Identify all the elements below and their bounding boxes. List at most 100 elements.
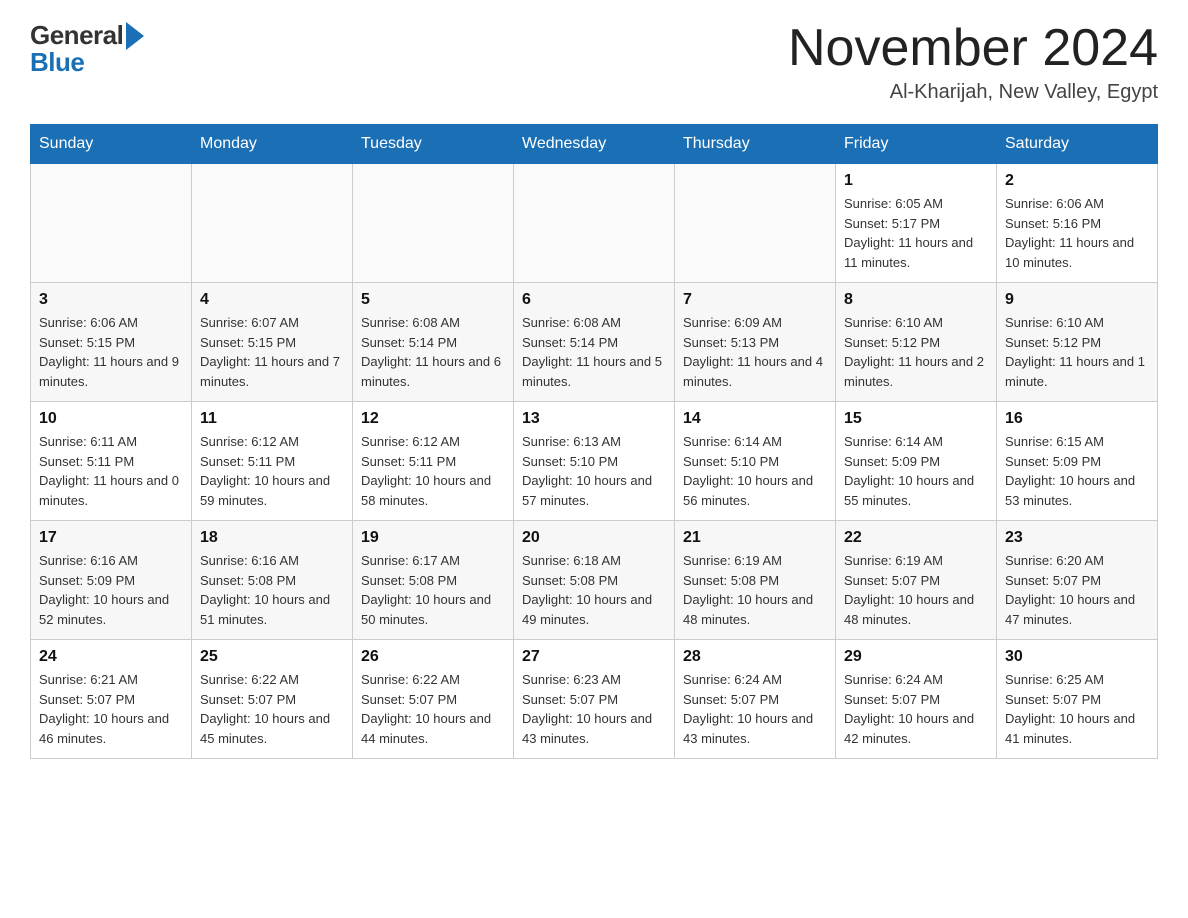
location-text: Al-Kharijah, New Valley, Egypt <box>788 81 1158 104</box>
day-info: Sunrise: 6:09 AMSunset: 5:13 PMDaylight:… <box>683 313 827 391</box>
day-info: Sunrise: 6:23 AMSunset: 5:07 PMDaylight:… <box>522 670 666 748</box>
day-number: 13 <box>522 410 666 428</box>
day-number: 18 <box>200 529 344 547</box>
calendar-cell: 4 Sunrise: 6:07 AMSunset: 5:15 PMDaylight… <box>192 283 353 402</box>
day-info: Sunrise: 6:12 AMSunset: 5:11 PMDaylight:… <box>361 432 505 510</box>
calendar-cell: 14 Sunrise: 6:14 AMSunset: 5:10 PMDayligh… <box>675 402 836 521</box>
title-block: November 2024 Al-Kharijah, New Valley, E… <box>788 20 1158 104</box>
day-info: Sunrise: 6:16 AMSunset: 5:09 PMDaylight:… <box>39 551 183 629</box>
day-info: Sunrise: 6:05 AMSunset: 5:17 PMDaylight:… <box>844 194 988 272</box>
day-number: 20 <box>522 529 666 547</box>
calendar-cell: 18 Sunrise: 6:16 AMSunset: 5:08 PMDayligh… <box>192 521 353 640</box>
day-number: 10 <box>39 410 183 428</box>
calendar-cell: 7 Sunrise: 6:09 AMSunset: 5:13 PMDaylight… <box>675 283 836 402</box>
day-info: Sunrise: 6:13 AMSunset: 5:10 PMDaylight:… <box>522 432 666 510</box>
calendar-cell: 21 Sunrise: 6:19 AMSunset: 5:08 PMDayligh… <box>675 521 836 640</box>
calendar-week-row: 24Sunrise: 6:21 AMSunset: 5:07 PMDayligh… <box>31 640 1158 759</box>
calendar-cell: 8Sunrise: 6:10 AMSunset: 5:12 PMDaylight… <box>836 283 997 402</box>
day-info: Sunrise: 6:24 AMSunset: 5:07 PMDaylight:… <box>683 670 827 748</box>
weekday-header-sunday: Sunday <box>31 125 192 164</box>
day-info: Sunrise: 6:20 AMSunset: 5:07 PMDaylight:… <box>1005 551 1149 629</box>
weekday-header-friday: Friday <box>836 125 997 164</box>
calendar-cell: 29Sunrise: 6:24 AMSunset: 5:07 PMDayligh… <box>836 640 997 759</box>
calendar-week-row: 10 Sunrise: 6:11 AMSunset: 5:11 PMDayligh… <box>31 402 1158 521</box>
day-number: 12 <box>361 410 505 428</box>
calendar-cell: 11 Sunrise: 6:12 AMSunset: 5:11 PMDayligh… <box>192 402 353 521</box>
calendar-cell: 28 Sunrise: 6:24 AMSunset: 5:07 PMDayligh… <box>675 640 836 759</box>
calendar-cell: 30Sunrise: 6:25 AMSunset: 5:07 PMDayligh… <box>997 640 1158 759</box>
calendar-cell: 12 Sunrise: 6:12 AMSunset: 5:11 PMDayligh… <box>353 402 514 521</box>
calendar-cell: 16Sunrise: 6:15 AMSunset: 5:09 PMDayligh… <box>997 402 1158 521</box>
calendar-week-row: 3 Sunrise: 6:06 AMSunset: 5:15 PMDaylight… <box>31 283 1158 402</box>
calendar-cell <box>353 164 514 283</box>
day-info: Sunrise: 6:06 AMSunset: 5:15 PMDaylight:… <box>39 313 183 391</box>
page-header: General Blue November 2024 Al-Kharijah, … <box>30 20 1158 104</box>
day-info: Sunrise: 6:24 AMSunset: 5:07 PMDaylight:… <box>844 670 988 748</box>
calendar-cell <box>192 164 353 283</box>
day-info: Sunrise: 6:19 AMSunset: 5:08 PMDaylight:… <box>683 551 827 629</box>
day-number: 7 <box>683 291 827 309</box>
day-number: 1 <box>844 172 988 190</box>
calendar-cell: 13 Sunrise: 6:13 AMSunset: 5:10 PMDayligh… <box>514 402 675 521</box>
day-number: 9 <box>1005 291 1149 309</box>
day-info: Sunrise: 6:17 AMSunset: 5:08 PMDaylight:… <box>361 551 505 629</box>
calendar-cell: 17Sunrise: 6:16 AMSunset: 5:09 PMDayligh… <box>31 521 192 640</box>
calendar-cell: 2Sunrise: 6:06 AMSunset: 5:16 PMDaylight… <box>997 164 1158 283</box>
day-info: Sunrise: 6:07 AMSunset: 5:15 PMDaylight:… <box>200 313 344 391</box>
day-info: Sunrise: 6:14 AMSunset: 5:09 PMDaylight:… <box>844 432 988 510</box>
day-info: Sunrise: 6:08 AMSunset: 5:14 PMDaylight:… <box>361 313 505 391</box>
calendar-table: SundayMondayTuesdayWednesdayThursdayFrid… <box>30 124 1158 759</box>
day-number: 6 <box>522 291 666 309</box>
day-info: Sunrise: 6:22 AMSunset: 5:07 PMDaylight:… <box>200 670 344 748</box>
calendar-cell: 9 Sunrise: 6:10 AMSunset: 5:12 PMDaylight… <box>997 283 1158 402</box>
day-info: Sunrise: 6:10 AMSunset: 5:12 PMDaylight:… <box>1005 313 1149 391</box>
day-number: 14 <box>683 410 827 428</box>
logo-blue-text: Blue <box>30 47 84 78</box>
calendar-cell: 26Sunrise: 6:22 AMSunset: 5:07 PMDayligh… <box>353 640 514 759</box>
calendar-header-row: SundayMondayTuesdayWednesdayThursdayFrid… <box>31 125 1158 164</box>
calendar-cell: 3 Sunrise: 6:06 AMSunset: 5:15 PMDaylight… <box>31 283 192 402</box>
weekday-header-monday: Monday <box>192 125 353 164</box>
day-info: Sunrise: 6:11 AMSunset: 5:11 PMDaylight:… <box>39 432 183 510</box>
day-number: 3 <box>39 291 183 309</box>
calendar-cell: 25 Sunrise: 6:22 AMSunset: 5:07 PMDayligh… <box>192 640 353 759</box>
month-title: November 2024 <box>788 20 1158 77</box>
weekday-header-wednesday: Wednesday <box>514 125 675 164</box>
calendar-cell: 5Sunrise: 6:08 AMSunset: 5:14 PMDaylight… <box>353 283 514 402</box>
day-number: 27 <box>522 648 666 666</box>
day-number: 4 <box>200 291 344 309</box>
day-number: 11 <box>200 410 344 428</box>
calendar-cell: 10 Sunrise: 6:11 AMSunset: 5:11 PMDayligh… <box>31 402 192 521</box>
day-info: Sunrise: 6:08 AMSunset: 5:14 PMDaylight:… <box>522 313 666 391</box>
day-info: Sunrise: 6:14 AMSunset: 5:10 PMDaylight:… <box>683 432 827 510</box>
weekday-header-tuesday: Tuesday <box>353 125 514 164</box>
day-info: Sunrise: 6:06 AMSunset: 5:16 PMDaylight:… <box>1005 194 1149 272</box>
calendar-cell: 20 Sunrise: 6:18 AMSunset: 5:08 PMDayligh… <box>514 521 675 640</box>
calendar-week-row: 1 Sunrise: 6:05 AMSunset: 5:17 PMDaylight… <box>31 164 1158 283</box>
calendar-cell: 15 Sunrise: 6:14 AMSunset: 5:09 PMDayligh… <box>836 402 997 521</box>
day-info: Sunrise: 6:12 AMSunset: 5:11 PMDaylight:… <box>200 432 344 510</box>
day-number: 8 <box>844 291 988 309</box>
day-number: 22 <box>844 529 988 547</box>
day-number: 25 <box>200 648 344 666</box>
day-number: 15 <box>844 410 988 428</box>
day-number: 21 <box>683 529 827 547</box>
calendar-cell: 24Sunrise: 6:21 AMSunset: 5:07 PMDayligh… <box>31 640 192 759</box>
calendar-cell: 23Sunrise: 6:20 AMSunset: 5:07 PMDayligh… <box>997 521 1158 640</box>
calendar-cell: 19 Sunrise: 6:17 AMSunset: 5:08 PMDayligh… <box>353 521 514 640</box>
calendar-cell: 22Sunrise: 6:19 AMSunset: 5:07 PMDayligh… <box>836 521 997 640</box>
calendar-cell <box>31 164 192 283</box>
calendar-cell: 6 Sunrise: 6:08 AMSunset: 5:14 PMDaylight… <box>514 283 675 402</box>
calendar-cell: 1 Sunrise: 6:05 AMSunset: 5:17 PMDaylight… <box>836 164 997 283</box>
day-info: Sunrise: 6:16 AMSunset: 5:08 PMDaylight:… <box>200 551 344 629</box>
day-info: Sunrise: 6:18 AMSunset: 5:08 PMDaylight:… <box>522 551 666 629</box>
day-info: Sunrise: 6:21 AMSunset: 5:07 PMDaylight:… <box>39 670 183 748</box>
weekday-header-saturday: Saturday <box>997 125 1158 164</box>
day-info: Sunrise: 6:25 AMSunset: 5:07 PMDaylight:… <box>1005 670 1149 748</box>
weekday-header-thursday: Thursday <box>675 125 836 164</box>
logo-triangle-icon <box>126 22 144 50</box>
calendar-cell: 27 Sunrise: 6:23 AMSunset: 5:07 PMDayligh… <box>514 640 675 759</box>
day-number: 28 <box>683 648 827 666</box>
day-number: 19 <box>361 529 505 547</box>
day-number: 16 <box>1005 410 1149 428</box>
